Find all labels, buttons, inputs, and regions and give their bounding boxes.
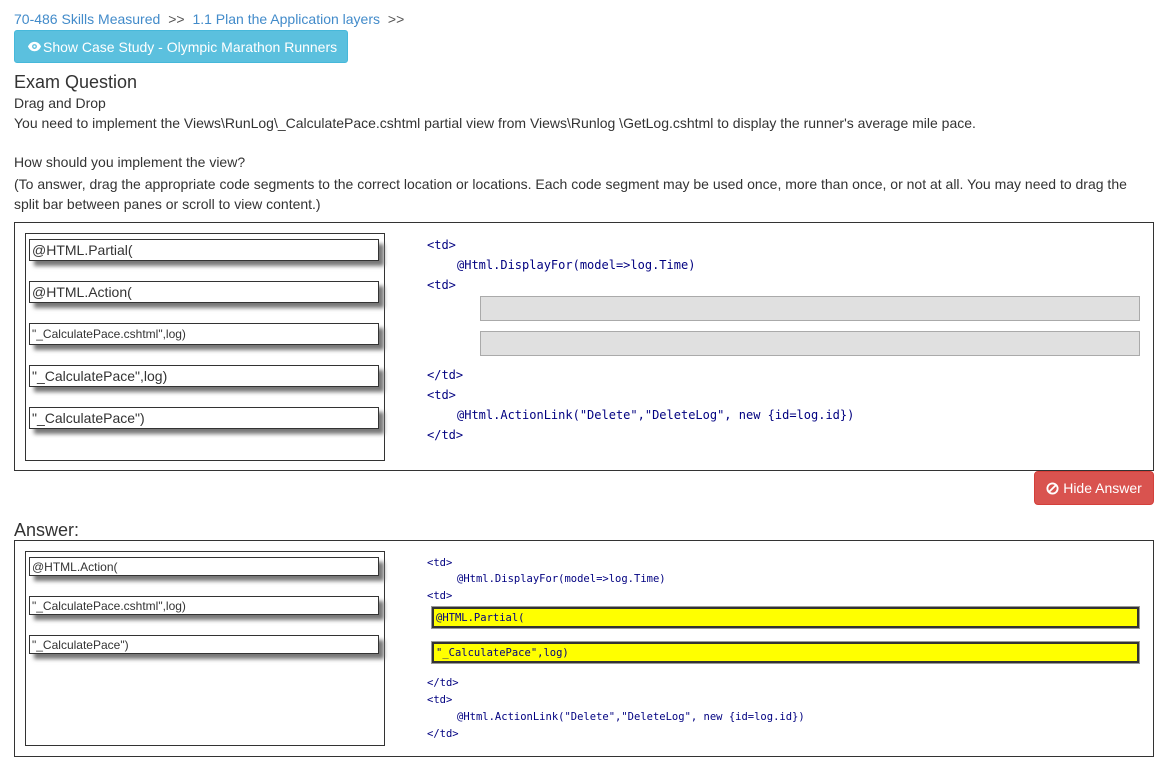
breadcrumb: 70-486 Skills Measured >> 1.1 Plan the A…: [14, 11, 408, 27]
segment-calculatepace-cshtml-log[interactable]: "_CalculatePace.cshtml",log): [29, 323, 379, 345]
answer-slot-2: "_CalculatePace",log): [432, 642, 1139, 663]
answer-segments-panel: @HTML.Action( "_CalculatePace.cshtml",lo…: [25, 551, 385, 746]
answer-area: @HTML.Action( "_CalculatePace.cshtml",lo…: [14, 540, 1154, 757]
code-action-link: @Html.ActionLink("Delete","DeleteLog", n…: [457, 408, 855, 422]
code-td-close: </td>: [427, 368, 464, 382]
segment-html-action[interactable]: @HTML.Action(: [29, 281, 379, 303]
hide-answer-label: Hide Answer: [1063, 480, 1142, 496]
question-prompt: How should you implement the view?: [14, 154, 246, 170]
code-td-open: <td>: [427, 557, 453, 569]
segment-calculatepace-cshtml-log: "_CalculatePace.cshtml",log): [29, 596, 379, 615]
question-instructions: (To answer, drag the appropriate code se…: [14, 176, 1127, 212]
code-td-close: </td>: [427, 428, 464, 442]
code-td-close: </td>: [427, 728, 459, 740]
breadcrumb-separator: >>: [387, 11, 405, 27]
breadcrumb-skills-measured-link[interactable]: 70-486 Skills Measured: [14, 11, 160, 27]
question-text: You need to implement the Views\RunLog\_…: [14, 115, 976, 131]
eye-icon: [27, 41, 42, 52]
show-case-study-label: Show Case Study - Olympic Marathon Runne…: [43, 38, 338, 55]
code-td-open: <td>: [427, 388, 456, 402]
show-case-study-button[interactable]: Show Case Study - Olympic Marathon Runne…: [14, 30, 348, 63]
breadcrumb-plan-layers-link[interactable]: 1.1 Plan the Application layers: [192, 11, 380, 27]
code-td-open: <td>: [427, 278, 456, 292]
question-drag-drop-area: @HTML.Partial( @HTML.Action( "_Calculate…: [14, 222, 1154, 471]
ban-icon: [1046, 481, 1059, 495]
segment-html-partial[interactable]: @HTML.Partial(: [29, 239, 379, 261]
code-td-close: </td>: [427, 677, 459, 689]
code-td-open: <td>: [427, 694, 453, 706]
answer-label: Answer:: [14, 520, 80, 540]
segment-calculatepace[interactable]: "_CalculatePace"): [29, 407, 379, 429]
drop-target-2[interactable]: [480, 331, 1140, 356]
question-type: Drag and Drop: [14, 95, 106, 111]
answer-slot-1: @HTML.Partial(: [432, 607, 1139, 628]
code-display-for: @Html.DisplayFor(model=>log.Time): [457, 573, 666, 585]
code-display-for: @Html.DisplayFor(model=>log.Time): [457, 258, 696, 272]
code-td-open: <td>: [427, 238, 456, 252]
segment-calculatepace: "_CalculatePace"): [29, 635, 379, 654]
code-td-open: <td>: [427, 590, 453, 602]
segment-calculatepace-log[interactable]: "_CalculatePace",log): [29, 365, 379, 387]
hide-answer-button[interactable]: Hide Answer: [1034, 471, 1154, 505]
exam-question-title: Exam Question: [14, 72, 138, 92]
breadcrumb-separator: >>: [168, 11, 185, 27]
code-segments-panel: @HTML.Partial( @HTML.Action( "_Calculate…: [25, 233, 385, 461]
drop-target-1[interactable]: [480, 296, 1140, 321]
code-action-link: @Html.ActionLink("Delete","DeleteLog", n…: [457, 711, 805, 723]
segment-html-action: @HTML.Action(: [29, 557, 379, 576]
